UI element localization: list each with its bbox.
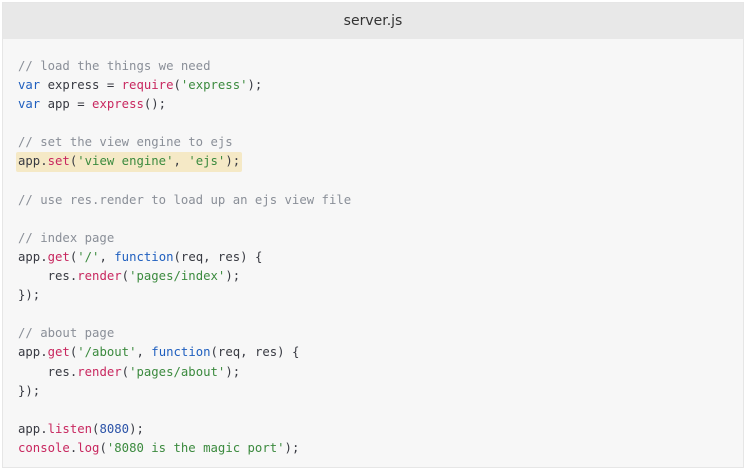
- code-token-plain: app.: [18, 249, 48, 264]
- code-token-keyword: function: [114, 249, 174, 264]
- code-token-comment: // set the view engine to ejs: [18, 135, 233, 150]
- code-line: console.log('8080 is the magic port');: [18, 439, 743, 458]
- code-token-keyword: function: [151, 345, 211, 360]
- code-token-plain: res.: [18, 269, 78, 284]
- code-token-string: 'ejs': [188, 154, 226, 169]
- code-token-string: '/': [77, 249, 100, 264]
- code-token-plain: (req, res) {: [210, 345, 300, 360]
- code-line: });: [18, 286, 743, 305]
- code-token-string: 'pages/index': [129, 269, 226, 284]
- code-token-plain: );: [225, 269, 241, 284]
- code-line: // index page: [18, 229, 743, 248]
- code-token-plain: );: [225, 154, 241, 169]
- code-line: // about page: [18, 324, 743, 343]
- code-line: });: [18, 382, 743, 401]
- code-token-plain: app.: [18, 154, 48, 169]
- code-token-string: 'pages/about': [129, 364, 226, 379]
- code-token-func: get: [47, 345, 70, 360]
- code-token-plain: });: [18, 383, 41, 398]
- code-line: var app = express();: [18, 95, 743, 114]
- code-token-func: log: [77, 440, 100, 455]
- code-token-number: 8080: [99, 421, 130, 436]
- code-line: app.get('/about', function(req, res) {: [18, 343, 743, 362]
- code-token-plain: (req, res) {: [173, 249, 263, 264]
- code-token-func: render: [77, 269, 122, 284]
- code-token-comment: // about page: [18, 326, 115, 341]
- code-token-string: 'view engine': [77, 154, 174, 169]
- code-token-plain: });: [18, 288, 41, 303]
- code-token-plain: );: [225, 364, 241, 379]
- code-token-plain: express =: [40, 78, 122, 93]
- code-token-func: get: [47, 249, 70, 264]
- code-token-func: set: [47, 154, 70, 169]
- code-line: app.listen(8080);: [18, 420, 743, 439]
- code-line: // use res.render to load up an ejs view…: [18, 191, 743, 210]
- code-token-plain: ();: [143, 97, 167, 112]
- code-token-func: render: [77, 364, 122, 379]
- code-line: // load the things we need: [18, 57, 743, 76]
- code-block[interactable]: // load the things we need var express = …: [3, 39, 743, 458]
- code-token-string: 'express': [180, 78, 248, 93]
- code-token-func: console: [18, 440, 70, 455]
- code-token-plain: );: [247, 78, 263, 93]
- code-line: app.get('/', function(req, res) {: [18, 248, 743, 267]
- code-line: res.render('pages/index');: [18, 267, 743, 286]
- code-token-string: '/about': [77, 345, 137, 360]
- code-line: // set the view engine to ejs: [18, 133, 743, 152]
- highlighted-code-line: app.set('view engine', 'ejs');: [16, 152, 243, 172]
- code-token-plain: app.: [18, 345, 48, 360]
- code-token-plain: );: [129, 421, 144, 436]
- code-token-func: express: [92, 97, 144, 112]
- code-token-plain: (: [173, 78, 181, 93]
- code-token-func: require: [121, 78, 174, 93]
- code-token-keyword: var: [18, 97, 41, 112]
- code-token-comment: // load the things we need: [18, 59, 211, 73]
- code-line: var express = require('express');: [18, 76, 743, 95]
- code-token-plain: app =: [40, 97, 93, 112]
- code-token-string: '8080 is the magic port': [106, 440, 285, 455]
- code-token-plain: );: [284, 440, 300, 455]
- code-token-plain: ,: [173, 154, 189, 169]
- code-token-plain: (: [121, 269, 130, 284]
- code-token-func: listen: [47, 421, 93, 436]
- code-token-comment: // use res.render to load up an ejs view…: [18, 192, 352, 207]
- code-token-comment: // index page: [18, 230, 115, 245]
- file-name-title: server.js: [343, 13, 403, 29]
- code-token-plain: (: [99, 440, 107, 455]
- code-token-plain: res.: [18, 364, 78, 379]
- code-token-keyword: var: [18, 78, 41, 93]
- code-window: server.js // load the things we need var …: [2, 2, 744, 468]
- code-token-plain: ,: [99, 249, 115, 264]
- code-line: app.set('view engine', 'ejs');: [16, 152, 743, 172]
- code-token-plain: (: [121, 364, 130, 379]
- code-token-plain: ,: [136, 345, 152, 360]
- code-token-plain: app.: [18, 421, 48, 436]
- code-line: res.render('pages/about');: [18, 363, 743, 382]
- window-titlebar: server.js: [3, 3, 743, 39]
